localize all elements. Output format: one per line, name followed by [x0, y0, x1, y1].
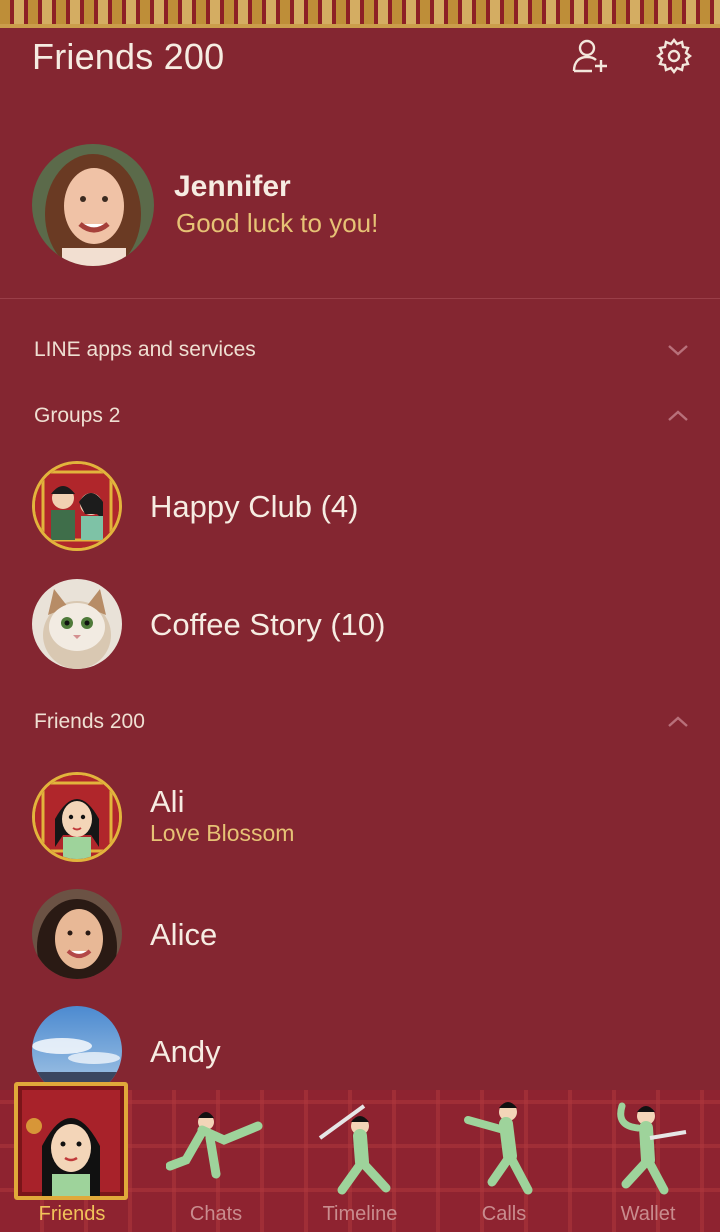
- wallet-tab-icon: [617, 1102, 687, 1195]
- group-name: Coffee Story (10): [150, 607, 386, 642]
- friend-name: Ali: [150, 784, 185, 819]
- tab-calls[interactable]: Calls: [432, 1090, 576, 1232]
- profile-name: Jennifer: [174, 170, 291, 203]
- section-groups[interactable]: Groups 2: [0, 396, 720, 436]
- friends-tab-icon: [14, 1082, 128, 1200]
- friend-avatar: [32, 889, 122, 979]
- friend-name: Andy: [150, 1034, 221, 1069]
- friend-name: Alice: [150, 917, 218, 952]
- tab-timeline[interactable]: Timeline: [288, 1090, 432, 1232]
- profile-status-message: Good luck to you!: [176, 208, 379, 238]
- add-friend-button[interactable]: [566, 32, 614, 80]
- tab-chats[interactable]: Chats: [144, 1090, 288, 1232]
- group-name: Happy Club (4): [150, 489, 359, 524]
- section-line-apps[interactable]: LINE apps and services: [0, 330, 720, 370]
- calls-tab-icon: [464, 1102, 533, 1195]
- chevron-down-icon: [668, 345, 688, 356]
- bottom-tab-bar: Friends Chats Timeline Calls Wallet: [0, 1082, 720, 1232]
- section-label: Groups 2: [34, 404, 121, 427]
- decorative-top-border: [0, 0, 720, 28]
- tab-wallet[interactable]: Wallet: [576, 1090, 720, 1232]
- friend-row-alice[interactable]: Alice: [0, 889, 720, 981]
- header: Friends 200: [0, 26, 720, 86]
- chevron-up-icon: [668, 410, 688, 421]
- tab-label: Chats: [189, 1203, 243, 1225]
- page-title: Friends 200: [32, 36, 225, 77]
- tab-friends[interactable]: Friends: [0, 1082, 144, 1232]
- tab-label: Calls: [481, 1203, 527, 1225]
- tab-label: Friends: [38, 1203, 106, 1225]
- section-label: Friends 200: [34, 710, 145, 733]
- divider: [0, 298, 720, 299]
- group-row-happy-club[interactable]: Happy Club (4): [0, 461, 720, 553]
- profile-avatar[interactable]: [32, 144, 154, 266]
- my-profile[interactable]: Jennifer Good luck to you!: [0, 144, 720, 268]
- settings-button[interactable]: [650, 32, 698, 80]
- friend-row-ali[interactable]: Ali Love Blossom: [0, 772, 720, 864]
- chevron-up-icon: [668, 716, 688, 727]
- friend-status-message: Love Blossom: [150, 820, 295, 846]
- section-friends[interactable]: Friends 200: [0, 702, 720, 742]
- group-avatar: [32, 461, 122, 551]
- section-label: LINE apps and services: [34, 338, 256, 361]
- add-friend-icon: [572, 39, 607, 73]
- friend-avatar: [32, 772, 122, 862]
- group-avatar: [32, 579, 122, 669]
- tab-label: Timeline: [322, 1203, 398, 1225]
- timeline-tab-icon: [318, 1104, 391, 1195]
- group-row-coffee-story[interactable]: Coffee Story (10): [0, 579, 720, 671]
- chats-tab-icon: [166, 1112, 263, 1179]
- gear-icon: [656, 38, 692, 74]
- tab-label: Wallet: [620, 1203, 676, 1225]
